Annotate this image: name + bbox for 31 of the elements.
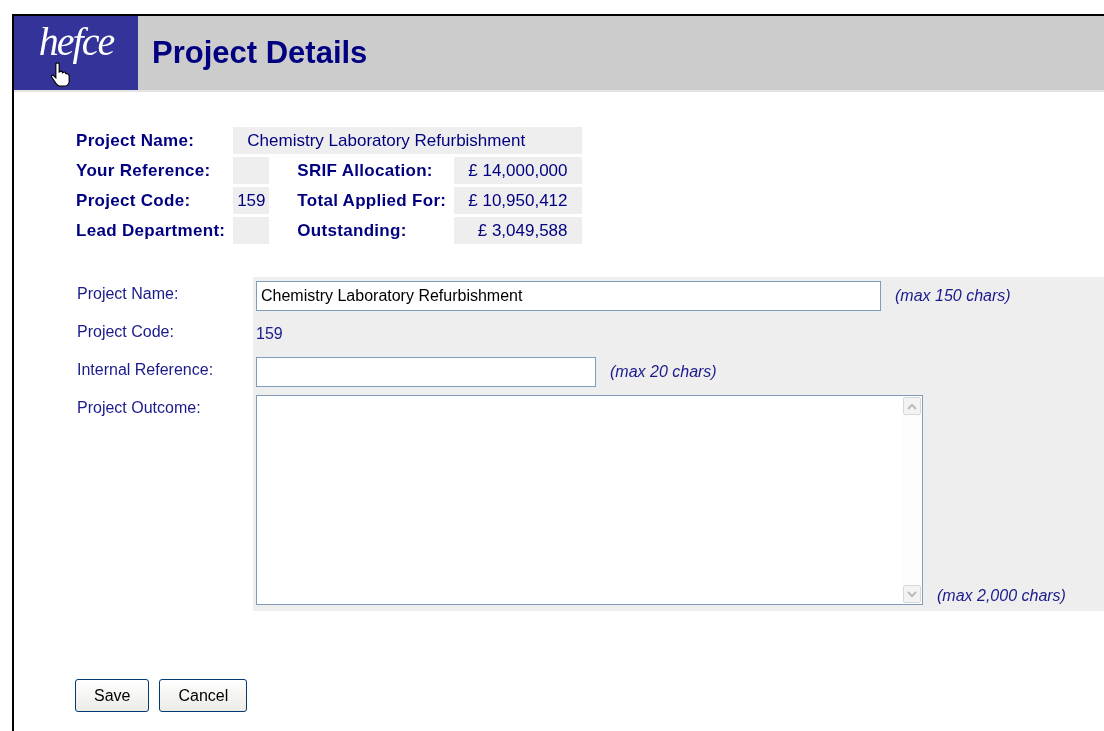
action-button[interactable]: Cancel [159,679,248,712]
field-label: Outstanding: [296,219,408,242]
hand-cursor-icon [50,62,70,87]
field-value: £ 10,950,412 [454,187,582,214]
field-value: 159 [256,324,283,344]
field-value: £ 14,000,000 [454,157,582,184]
hint-text: (max 150 chars) [895,287,1011,305]
field-label: Lead Department: [76,219,227,242]
field-label: SRIF Allocation: [296,159,434,182]
field-value: Chemistry Laboratory Refurbishment [233,127,582,154]
field-label: Project Outcome: [76,398,202,418]
field-label: Project Name: [76,129,196,152]
chevron-down-icon [907,590,917,598]
scroll-up-button[interactable] [903,397,921,415]
field-label: Internal Reference: [76,360,215,380]
field-label: Project Name: [76,284,180,304]
field-label: Your Reference: [76,159,212,182]
action-button[interactable]: Save [75,679,150,712]
field-label: Total Applied For: [296,189,448,212]
field-label: Project Code: [76,189,192,212]
scroll-down-button[interactable] [903,585,921,603]
field-value: 159 [233,187,270,214]
page-title: Project Details [152,35,368,71]
field-label: Project Code: [76,322,175,342]
chevron-up-icon [907,402,917,410]
text-field[interactable]: Chemistry Laboratory Refurbishment [256,281,881,311]
hint-text: (max 2,000 chars) [937,587,1066,605]
text-area[interactable] [256,395,923,605]
text-field[interactable] [256,357,596,387]
hint-text: (max 20 chars) [610,363,717,381]
field-value: £ 3,049,588 [454,217,582,244]
